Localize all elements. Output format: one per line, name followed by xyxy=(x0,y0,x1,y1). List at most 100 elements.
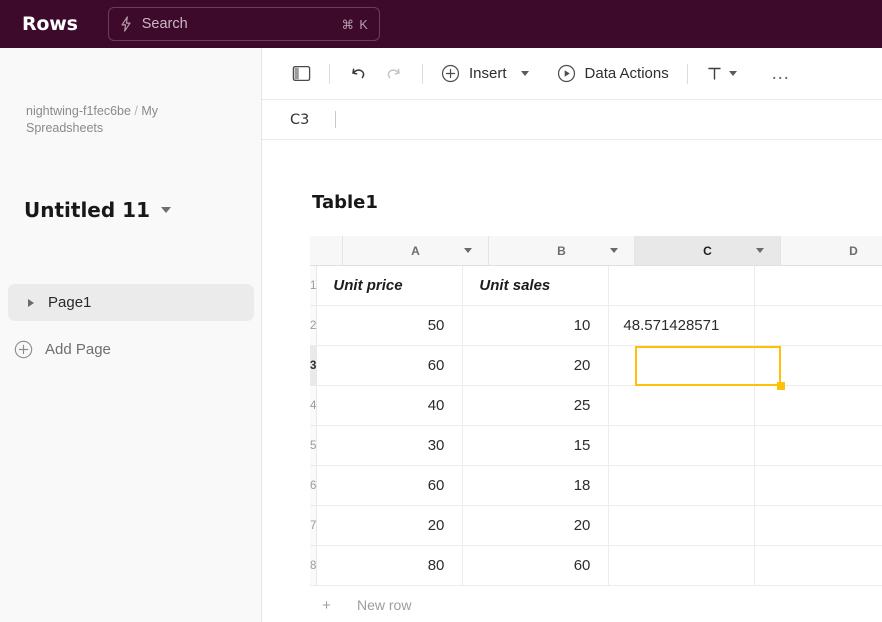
search-input[interactable]: Search ⌘ K xyxy=(107,7,380,41)
more-options-button[interactable]: … xyxy=(763,57,799,91)
toolbar-divider-2 xyxy=(422,63,423,84)
cell-reference[interactable]: C3 xyxy=(290,112,309,128)
cell-a8[interactable]: 80 xyxy=(317,546,464,586)
row-number[interactable]: 4 xyxy=(310,386,318,426)
cell-c8[interactable] xyxy=(609,546,756,586)
chevron-down-icon[interactable] xyxy=(520,71,529,76)
chevron-down-icon[interactable] xyxy=(161,207,171,213)
breadcrumb[interactable]: nightwing-f1fec6be / My Spreadsheets xyxy=(26,103,226,137)
search-shortcut: ⌘ K xyxy=(341,17,369,32)
column-header-c-label: C xyxy=(703,243,712,258)
cell-d3[interactable] xyxy=(755,346,882,386)
cell-b3[interactable]: 20 xyxy=(463,346,610,386)
redo-button[interactable] xyxy=(376,57,412,91)
table-name[interactable]: Table1 xyxy=(312,192,378,213)
plus-circle-icon xyxy=(441,64,460,83)
formula-divider xyxy=(335,111,337,128)
cell-b6[interactable]: 18 xyxy=(463,466,610,506)
row-number[interactable]: 8 xyxy=(310,546,318,586)
toolbar-divider-3 xyxy=(686,63,688,84)
bolt-icon xyxy=(121,16,131,32)
cell-d4[interactable] xyxy=(755,386,882,426)
breadcrumb-separator: / xyxy=(134,104,138,118)
data-actions-button[interactable]: Data Actions xyxy=(549,57,677,91)
text-format-icon xyxy=(708,67,721,80)
text-format-button[interactable] xyxy=(698,57,745,91)
cell-d5[interactable] xyxy=(755,426,882,466)
cell-a7[interactable]: 20 xyxy=(317,506,464,546)
sidebar-item-page1[interactable]: Page1 xyxy=(8,284,254,321)
sidebar-panel-icon xyxy=(292,65,311,82)
cell-a4[interactable]: 40 xyxy=(317,386,464,426)
cell-b8[interactable]: 60 xyxy=(463,546,610,586)
cell-d7[interactable] xyxy=(755,506,882,546)
table-row: 8 80 60 xyxy=(310,546,882,586)
cell-c1[interactable] xyxy=(609,266,756,306)
cell-a2[interactable]: 50 xyxy=(317,306,464,346)
cell-c7[interactable] xyxy=(609,506,756,546)
column-header-c[interactable]: C xyxy=(635,236,781,266)
new-row-label: New row xyxy=(357,597,412,613)
table-row: 6 60 18 xyxy=(310,466,882,506)
row-number[interactable]: 5 xyxy=(310,426,318,466)
cell-b5[interactable]: 15 xyxy=(463,426,610,466)
ellipsis-icon: … xyxy=(770,62,791,84)
row-number[interactable]: 6 xyxy=(310,466,318,506)
column-header-a[interactable]: A xyxy=(343,236,489,266)
cell-c5[interactable] xyxy=(609,426,756,466)
data-grid: A B C D 1 Unit price Unit sales 2 50 10 … xyxy=(310,236,882,622)
chevron-down-icon[interactable] xyxy=(756,248,764,253)
cell-d1[interactable] xyxy=(755,266,882,306)
column-header-b[interactable]: B xyxy=(489,236,635,266)
sidebar-item-label: Page1 xyxy=(48,294,92,311)
cell-c2[interactable]: 48.571428571 xyxy=(609,306,756,346)
cell-c3[interactable] xyxy=(609,346,756,386)
chevron-down-icon[interactable] xyxy=(610,248,618,253)
undo-button[interactable] xyxy=(340,57,376,91)
cell-b7[interactable]: 20 xyxy=(463,506,610,546)
search-placeholder: Search xyxy=(141,16,188,32)
cell-c6[interactable] xyxy=(609,466,756,506)
cell-d8[interactable] xyxy=(755,546,882,586)
row-number[interactable]: 7 xyxy=(310,506,318,546)
column-header-d[interactable]: D xyxy=(781,236,882,266)
row-number[interactable]: 3 xyxy=(310,346,318,386)
row-number[interactable]: 1 xyxy=(310,266,318,306)
plus-icon: + xyxy=(322,596,331,614)
cell-d6[interactable] xyxy=(755,466,882,506)
table-row: 3 60 20 xyxy=(310,346,882,386)
undo-icon xyxy=(352,68,365,78)
fill-handle[interactable] xyxy=(777,382,785,390)
cell-a5[interactable]: 30 xyxy=(317,426,464,466)
app-logo[interactable]: Rows xyxy=(22,13,78,35)
chevron-down-icon[interactable] xyxy=(728,71,737,76)
breadcrumb-workspace[interactable]: nightwing-f1fec6be xyxy=(26,104,131,118)
add-page-button[interactable]: Add Page xyxy=(14,335,111,363)
column-header-row: A B C D xyxy=(310,236,882,266)
sidebar-toggle-button[interactable] xyxy=(284,57,319,91)
cell-a1[interactable]: Unit price xyxy=(317,266,464,306)
table-row: 7 20 20 xyxy=(310,506,882,546)
cell-a6[interactable]: 60 xyxy=(317,466,464,506)
document-title-row[interactable]: Untitled 11 xyxy=(24,198,171,222)
spreadsheet-canvas: Table1 A B C D 1 Unit price Unit sales 2… xyxy=(262,140,882,622)
cell-d2[interactable] xyxy=(755,306,882,346)
table-row: 1 Unit price Unit sales xyxy=(310,266,882,306)
chevron-down-icon[interactable] xyxy=(464,248,472,253)
insert-button[interactable]: Insert xyxy=(433,57,537,91)
plus-circle-icon xyxy=(14,340,33,358)
new-row-button[interactable]: + New row xyxy=(310,586,882,622)
column-header-d-label: D xyxy=(849,243,858,258)
cell-b1[interactable]: Unit sales xyxy=(463,266,610,306)
sidebar: nightwing-f1fec6be / My Spreadsheets Unt… xyxy=(0,48,262,622)
row-number[interactable]: 2 xyxy=(310,306,318,346)
table-row: 4 40 25 xyxy=(310,386,882,426)
cell-c4[interactable] xyxy=(609,386,756,426)
cell-b2[interactable]: 10 xyxy=(463,306,610,346)
corner-cell xyxy=(310,236,343,266)
toolbar-divider-1 xyxy=(329,63,330,84)
cell-b4[interactable]: 25 xyxy=(463,386,610,426)
insert-label: Insert xyxy=(469,65,507,82)
chevron-right-icon[interactable] xyxy=(28,298,34,307)
cell-a3[interactable]: 60 xyxy=(317,346,464,386)
